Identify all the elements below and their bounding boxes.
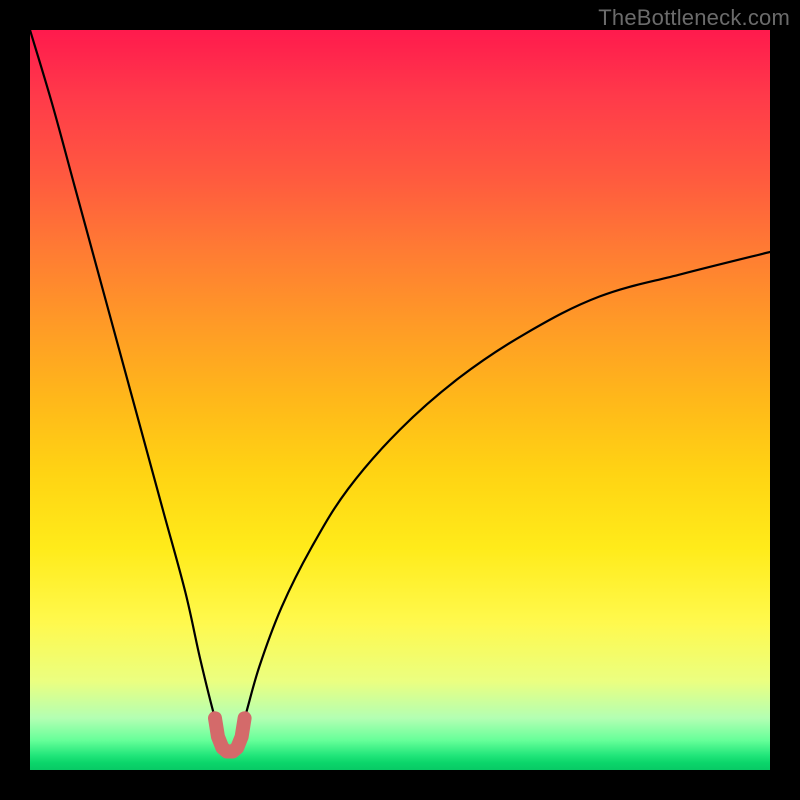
plot-area bbox=[30, 30, 770, 770]
chart-frame: TheBottleneck.com bbox=[0, 0, 800, 800]
curve-layer bbox=[30, 30, 770, 770]
bottleneck-curve bbox=[30, 30, 770, 756]
watermark-text: TheBottleneck.com bbox=[598, 5, 790, 31]
optimal-range-marker bbox=[215, 718, 245, 751]
